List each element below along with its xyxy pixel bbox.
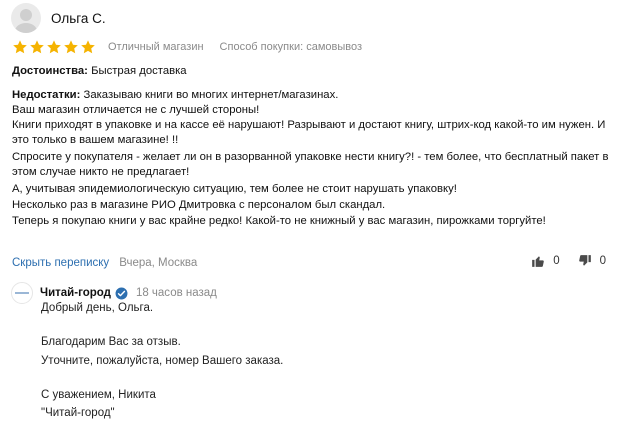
review-meta: Отличный магазин Способ покупки: самовыв… (12, 39, 362, 55)
reply-text: Уточните, пожалуйста, номер Вашего заказ… (41, 355, 284, 367)
cons-text: это только в вашем магазине! !! (12, 134, 179, 146)
cons-text: А, учитывая эпидемиологическую ситуацию,… (12, 183, 457, 195)
reply-text: С уважением, Никита (41, 389, 156, 401)
avatar[interactable] (11, 3, 41, 33)
pros-line: Достоинства: Быстрая доставка (12, 64, 187, 79)
like-count: 0 (553, 255, 560, 267)
pros-label: Достоинства: (12, 65, 88, 77)
reply-time: 18 часов назад (135, 287, 217, 299)
cons-text: Ваш магазин отличается не с лучшей сторо… (12, 104, 260, 116)
verified-icon (115, 287, 128, 299)
star-icon (13, 40, 27, 54)
cons-label: Недостатки: (12, 89, 81, 101)
thumb-down-icon[interactable] (578, 254, 592, 268)
shop-logo[interactable] (11, 282, 33, 304)
vote-controls: 0 0 (531, 254, 606, 268)
reply-text: Благодарим Вас за отзыв. (41, 336, 181, 348)
review-header: Ольга С. (11, 3, 106, 33)
star-icon (81, 40, 95, 54)
star-icon (30, 40, 44, 54)
reply-header: Читай-город 18 часов назад (11, 282, 217, 304)
star-icon (64, 40, 78, 54)
cons-text: Заказываю книги во многих интернет/магаз… (80, 89, 339, 101)
review-date: Вчера, Москва (119, 257, 198, 269)
pros-text: Быстрая доставка (87, 65, 187, 77)
star-rating (12, 39, 96, 55)
cons-text: Книги приходят в упаковке и на кассе её … (12, 119, 606, 131)
reply-text: Добрый день, Ольга. (41, 302, 154, 314)
cons-text: этом случае никто не предлагает! (12, 166, 190, 178)
cons-text: Теперь я покупаю книги у вас крайне редк… (12, 215, 546, 227)
purchase-method: Способ покупки: самовывоз (219, 41, 363, 53)
author-name[interactable]: Ольга С. (51, 11, 106, 26)
rating-label: Отличный магазин (108, 41, 204, 53)
reply-text: "Читай-город" (41, 407, 115, 419)
shop-name[interactable]: Читай-город (40, 287, 111, 299)
dislike-count: 0 (599, 255, 606, 267)
thumb-up-icon[interactable] (531, 254, 545, 268)
cons-text: Несколько раз в магазине РИО Дмитровка с… (12, 199, 386, 211)
cons-line: Недостатки: Заказываю книги во многих ин… (12, 88, 338, 103)
star-icon (47, 40, 61, 54)
hide-thread-link[interactable]: Скрыть переписку (12, 257, 109, 269)
review-actions: Скрыть переписку Вчера, Москва 0 0 (12, 254, 612, 272)
logo-icon (15, 292, 29, 294)
cons-text: Спросите у покупателя - желает ли он в р… (12, 151, 609, 163)
